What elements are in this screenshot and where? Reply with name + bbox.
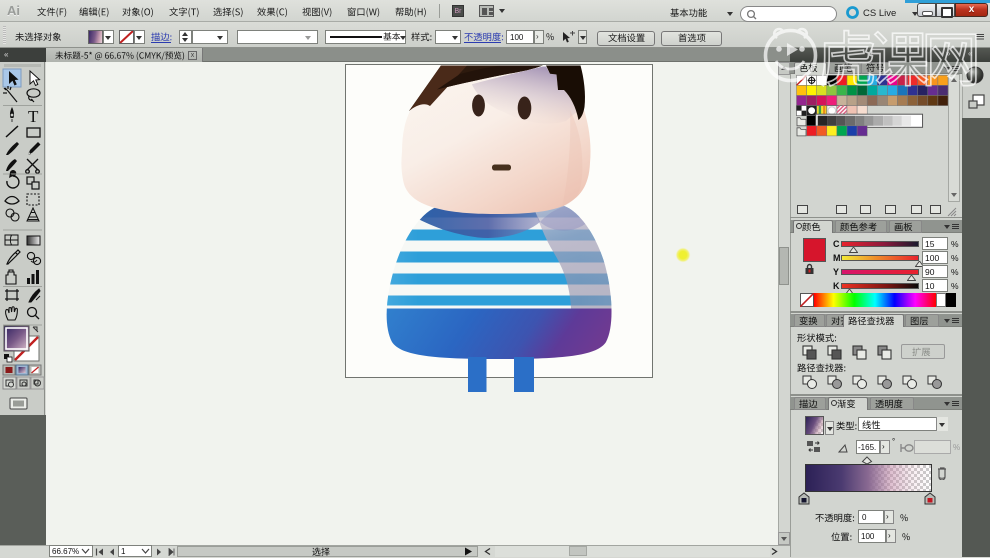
- svg-text:T: T: [28, 107, 39, 126]
